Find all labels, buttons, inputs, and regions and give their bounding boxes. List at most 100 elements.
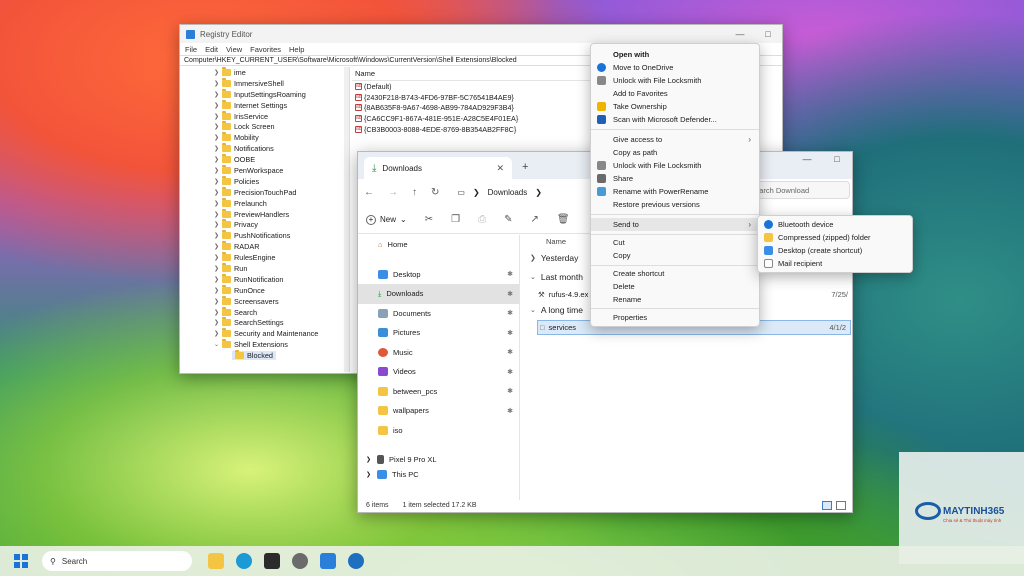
chevron-right-icon[interactable]: ❯ — [214, 309, 222, 316]
share-icon[interactable]: ↗ — [530, 214, 538, 225]
chevron-right-icon[interactable]: ❯ — [214, 113, 222, 120]
chevron-right-icon[interactable]: ❯ — [214, 298, 222, 305]
chevron-right-icon[interactable]: ❯ — [214, 91, 222, 98]
menu-item-share[interactable]: Share — [591, 172, 759, 185]
tree-item[interactable]: ❯ IrisService — [180, 110, 349, 122]
menu-edit[interactable]: Edit — [205, 45, 218, 54]
maximize-icon[interactable]: □ — [822, 154, 852, 164]
tree-item[interactable]: ❯ PushNotifications — [180, 230, 349, 241]
chevron-right-icon[interactable]: ❯ — [214, 243, 222, 250]
nav-item-between-pcs[interactable]: between_pcs ✱ — [358, 382, 519, 402]
nav-item-home[interactable]: ⌂ Home — [358, 235, 519, 255]
copy-icon[interactable]: ❐ — [451, 214, 460, 225]
menu-item-copy[interactable]: Copy — [591, 249, 759, 262]
nav-item-pictures[interactable]: Pictures ✱ — [358, 323, 519, 343]
column-header-name[interactable]: Name — [352, 69, 592, 81]
terminal-icon[interactable] — [264, 553, 280, 569]
nav-item-videos[interactable]: Videos ✱ — [358, 362, 519, 382]
menu-help[interactable]: Help — [289, 45, 304, 54]
tree-item-selected[interactable]: Blocked — [180, 350, 349, 361]
tree-scrollbar[interactable] — [344, 67, 349, 372]
taskbar-search[interactable]: ⚲ Search — [42, 551, 192, 571]
tree-item[interactable]: ❯ RunNotification — [180, 273, 349, 285]
close-tab-icon[interactable]: ✕ — [496, 163, 504, 174]
menu-item-move-to-onedrive[interactable]: Move to OneDrive — [591, 61, 759, 74]
chevron-right-icon[interactable]: ❯ — [214, 211, 222, 218]
chevron-right-icon[interactable]: ❯ — [214, 265, 222, 272]
tree-item[interactable]: ❯ Security and Maintenance — [180, 328, 349, 339]
tab-downloads[interactable]: ⤓ Downloads ✕ — [364, 157, 512, 179]
chevron-right-icon[interactable]: ❯ — [214, 221, 222, 228]
chevron-right-icon[interactable]: ❯ — [214, 254, 222, 261]
group-header[interactable]: ❯ Yesterday — [530, 253, 578, 263]
chevron-right-icon[interactable]: ❯ — [214, 69, 222, 76]
chevron-down-icon[interactable]: ⌄ — [214, 341, 222, 348]
nav-item-wallpapers[interactable]: wallpapers ✱ — [358, 401, 519, 421]
menu-item-open-with[interactable]: Open with — [591, 48, 759, 61]
minimize-icon[interactable]: — — [792, 154, 822, 164]
tree-item[interactable]: ❯ RunOnce — [180, 284, 349, 296]
registry-value[interactable]: ab {8AB635F8-9A67-4698-AB99-784AD929F3B4} — [352, 103, 592, 114]
menu-item-bluetooth-device[interactable]: Bluetooth device — [758, 218, 912, 231]
tree-item[interactable]: ❯ ImmersiveShell — [180, 77, 349, 89]
menu-favorites[interactable]: Favorites — [250, 45, 281, 54]
minimize-icon[interactable]: — — [726, 29, 754, 39]
tiles-view-icon[interactable] — [836, 501, 846, 510]
chevron-right-icon[interactable]: ❯ — [214, 156, 222, 163]
app-icon[interactable] — [348, 553, 364, 569]
tree-item[interactable]: ❯ Privacy — [180, 219, 349, 230]
rename-icon[interactable]: ✎ — [504, 214, 512, 225]
menu-view[interactable]: View — [226, 45, 242, 54]
registry-value[interactable]: ab (Default) — [352, 81, 592, 92]
tree-item[interactable]: ❯ Screensavers — [180, 295, 349, 307]
tree-item[interactable]: ❯ ime — [180, 67, 349, 78]
nav-item-iso[interactable]: iso — [358, 421, 519, 441]
menu-item-power-rename[interactable]: Rename with PowerRename — [591, 185, 759, 198]
new-button[interactable]: + New ⌄ — [366, 214, 407, 225]
menu-item-cut[interactable]: Cut — [591, 236, 759, 249]
tree-item[interactable]: ❯ OOBE — [180, 154, 349, 165]
edge-icon[interactable] — [236, 553, 252, 569]
chevron-right-icon[interactable]: ❯ — [214, 287, 222, 294]
menu-item-send-to[interactable]: Send to › — [591, 218, 759, 231]
cut-icon[interactable]: ✂ — [425, 214, 433, 225]
chevron-right-icon[interactable]: ❯ — [214, 319, 222, 326]
nav-item-music[interactable]: Music ✱ — [358, 343, 519, 363]
chevron-right-icon[interactable]: ❯ — [214, 80, 222, 87]
menu-item-restore-versions[interactable]: Restore previous versions — [591, 198, 759, 211]
breadcrumb[interactable]: ▭ ❯ Downloads ❯ — [457, 188, 542, 197]
tree-item[interactable]: ❯ Mobility — [180, 132, 349, 143]
nav-item-desktop[interactable]: Desktop ✱ — [358, 265, 519, 285]
menu-item-unlock-locksmith-2[interactable]: Unlock with File Locksmith — [591, 159, 759, 172]
tree-item[interactable]: ❯ Run — [180, 262, 349, 274]
refresh-icon[interactable]: ↻ — [431, 187, 439, 198]
chevron-right-icon[interactable]: ❯ — [214, 134, 222, 141]
menu-file[interactable]: File — [185, 45, 197, 54]
chevron-right-icon[interactable]: ❯ — [214, 167, 222, 174]
menu-item-add-to-favorites[interactable]: Add to Favorites — [591, 87, 759, 100]
group-header[interactable]: ⌄ A long time — [530, 305, 583, 315]
column-header-name[interactable]: Name — [546, 237, 566, 246]
paste-icon[interactable]: ⎙ — [478, 214, 486, 225]
search-input[interactable]: earch Download — [752, 181, 850, 199]
menu-item-give-access[interactable]: Give access to › — [591, 133, 759, 146]
tree-item[interactable]: ⌄ Shell Extensions — [180, 339, 349, 350]
chevron-right-icon[interactable]: ❯ — [214, 276, 222, 283]
delete-icon[interactable]: 🗑 — [557, 214, 570, 225]
chevron-right-icon[interactable]: ❯ — [214, 189, 222, 196]
registry-value[interactable]: ab {CB3B0003-8088-4EDE-8769-8B354AB2FF8C} — [352, 124, 592, 135]
tree-item[interactable]: ❯ Search — [180, 306, 349, 318]
chevron-right-icon[interactable]: ❯ — [366, 456, 371, 463]
chevron-right-icon[interactable]: ❯ — [214, 178, 222, 185]
tree-item[interactable]: ❯ Prelaunch — [180, 197, 349, 209]
back-icon[interactable]: ← — [364, 187, 374, 198]
menu-item-desktop-shortcut[interactable]: Desktop (create shortcut) — [758, 244, 912, 257]
menu-item-scan-defender[interactable]: Scan with Microsoft Defender... — [591, 113, 759, 126]
chevron-right-icon[interactable]: ❯ — [214, 200, 222, 207]
start-icon[interactable] — [14, 554, 28, 568]
chevron-right-icon[interactable]: ❯ — [366, 471, 371, 478]
menu-item-properties[interactable]: Properties — [591, 311, 759, 324]
menu-item-mail-recipient[interactable]: Mail recipient — [758, 257, 912, 270]
tree-item[interactable]: ❯ RADAR — [180, 241, 349, 252]
chevron-right-icon[interactable]: ❯ — [214, 232, 222, 239]
